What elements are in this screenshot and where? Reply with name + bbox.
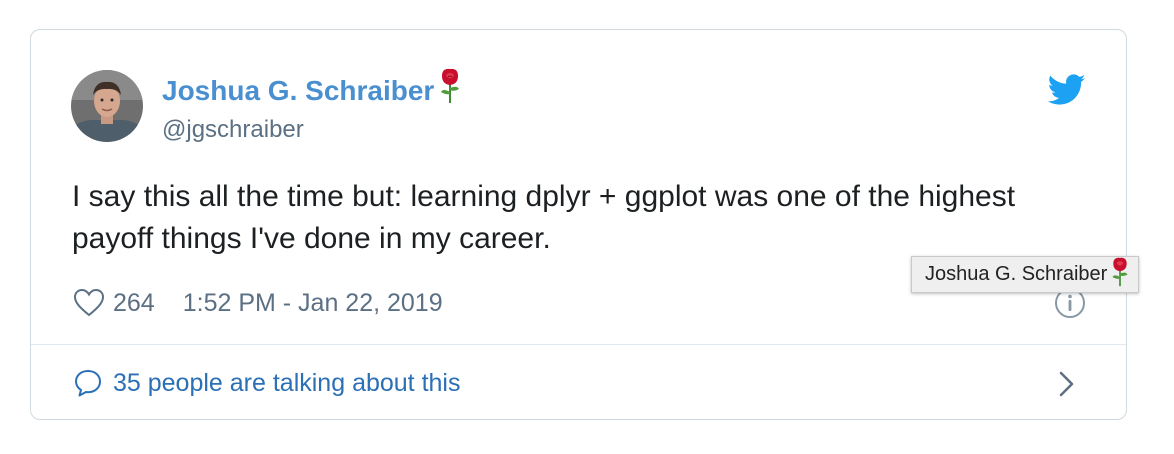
tweet-text: I say this all the time but: learning dp… xyxy=(72,180,1016,255)
twitter-bird-icon[interactable] xyxy=(1047,74,1086,106)
rose-icon xyxy=(438,68,462,111)
chevron-right-icon[interactable] xyxy=(1056,369,1078,399)
speech-bubble-icon xyxy=(75,370,101,397)
embedded-tweet-card[interactable]: Joshua G. Schraiber @jgschraiber I say t… xyxy=(30,29,1127,420)
author-name-tooltip: Joshua G. Schraiber xyxy=(911,256,1140,293)
like-count[interactable]: 264 xyxy=(113,289,155,318)
tweet-meta: 264 1:52 PM - Jan 22, 2019 xyxy=(73,288,443,318)
author-display-name[interactable]: Joshua G. Schraiber xyxy=(162,68,462,111)
conversation-link[interactable]: 35 people are talking about this xyxy=(73,368,460,398)
tweet-timestamp[interactable]: 1:52 PM - Jan 22, 2019 xyxy=(183,289,443,318)
heart-icon[interactable] xyxy=(73,288,105,318)
conversation-link-label: 35 people are talking about this xyxy=(113,368,461,397)
avatar[interactable] xyxy=(71,70,143,142)
rose-icon xyxy=(1110,257,1130,293)
author-name-text: Joshua G. Schraiber xyxy=(162,74,435,106)
divider xyxy=(31,344,1126,345)
tooltip-text: Joshua G. Schraiber xyxy=(925,263,1108,285)
author-handle[interactable]: @jgschraiber xyxy=(162,116,304,144)
